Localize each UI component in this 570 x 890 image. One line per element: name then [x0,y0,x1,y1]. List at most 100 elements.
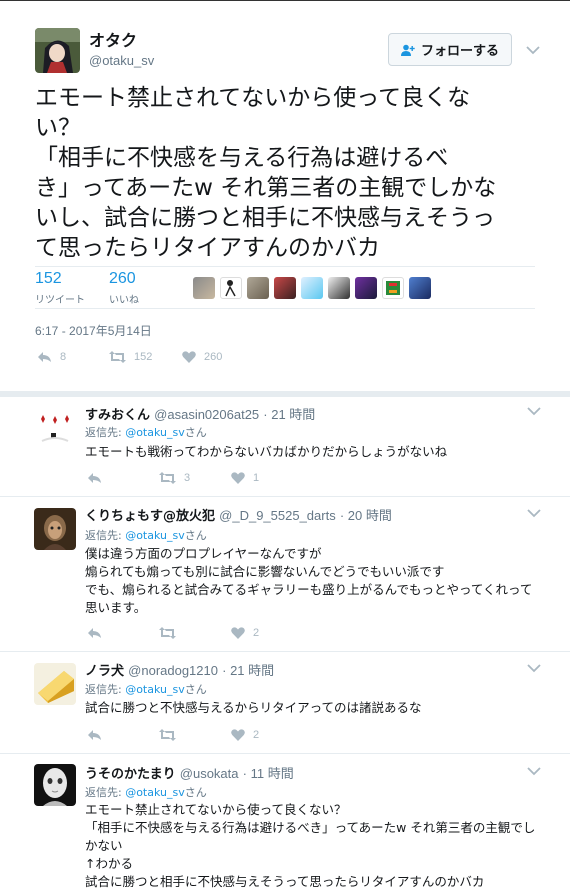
heart-icon [231,729,245,741]
retweet-button[interactable]: 152 [109,351,182,363]
retweet-icon [109,351,126,363]
chevron-down-icon[interactable] [527,508,541,518]
add-user-icon [400,44,415,56]
reply-author-handle[interactable]: @_D_9_5525_darts [219,508,336,523]
liker-avatar[interactable] [247,277,269,299]
chevron-down-icon[interactable] [527,766,541,776]
chevron-down-icon[interactable] [527,663,541,673]
heart-icon [231,627,245,639]
divider [35,266,535,267]
reply-text: 僕は違う方面のプロプレイヤーなんですが 煽られても煽っても別に試合に影響ないんで… [85,546,533,615]
retweet-icon [159,627,176,639]
reply-to-prefix: 返信先: [85,426,126,439]
reply-to: 返信先: @otaku_svさん [85,527,207,543]
reply-count: 8 [60,351,67,363]
tweet-permalink: オタク @otaku_sv フォローする エモート禁止されてないから使って良くな… [0,0,570,890]
like-button[interactable]: 2 [231,729,259,741]
reply-text: 試合に勝つと不快感与えるからリタイアってのは諸説あるな [85,700,422,715]
reply-to-suffix: さん [184,426,207,439]
avatar[interactable] [35,28,80,73]
reply-author-handle[interactable]: @noradog1210 [128,663,218,678]
reply-author-handle[interactable]: @usokata [180,766,239,781]
like-count[interactable]: 260 いいね [109,270,139,306]
avatar[interactable] [34,663,76,705]
reply-button[interactable] [87,729,159,741]
like-count: 2 [253,729,260,741]
reply-tweet[interactable]: すみおくん @asasin0206at25 · 21 時間 返信先: @otak… [0,397,570,497]
reply-header: ノラ犬 @noradog1210 · 21 時間 [85,660,274,679]
reply-icon [88,628,101,638]
retweet-button[interactable]: 3 [159,472,231,484]
reply-actions: 3 1 [87,472,259,484]
reply-icon [38,352,51,362]
liker-avatar[interactable] [328,277,350,299]
reply-author-name[interactable]: ノラ犬 [85,664,124,679]
reply-actions: 2 [87,729,259,741]
avatar[interactable] [34,407,76,449]
main-tweet: オタク @otaku_sv フォローする エモート禁止されてないから使って良くな… [0,1,570,391]
like-count: 2 [253,627,260,639]
like-button[interactable]: 2 [231,627,259,639]
retweet-action-count: 152 [134,351,153,363]
retweet-button[interactable] [159,627,231,639]
chevron-down-icon[interactable] [526,45,540,55]
reply-icon [88,730,101,740]
follow-button[interactable]: フォローする [388,33,512,66]
reply-to-link[interactable]: @otaku_sv [125,426,185,439]
liker-avatar[interactable] [355,277,377,299]
retweet-button[interactable] [159,729,231,741]
liker-avatar[interactable] [409,277,431,299]
retweet-count: 3 [184,472,191,484]
reply-time[interactable]: · 11 時間 [243,766,294,781]
reply-author-name[interactable]: くりちょもす@放火犯 [85,509,215,524]
avatar[interactable] [34,508,76,550]
chevron-down-icon[interactable] [527,406,541,416]
author-handle[interactable]: @otaku_sv [89,53,154,68]
reply-author-name[interactable]: すみおくん [85,408,150,423]
reply-to: 返信先: @otaku_svさん [85,424,207,440]
reply-button[interactable] [87,472,159,484]
retweet-icon [159,472,176,484]
reply-to-link[interactable]: @otaku_sv [125,786,185,799]
liker-avatars [193,277,431,299]
reply-tweet[interactable]: くりちょもす@放火犯 @_D_9_5525_darts · 20 時間 返信先:… [0,497,570,652]
reply-time[interactable]: · 20 時間 [340,508,392,523]
reply-to-suffix: さん [184,683,207,696]
reply-author-name[interactable]: うそのかたまり [85,767,176,782]
tweet-timestamp[interactable]: 6:17 - 2017年5月14日 [35,322,152,339]
liker-avatar[interactable] [274,277,296,299]
reply-tweet[interactable]: ノラ犬 @noradog1210 · 21 時間 返信先: @otaku_svさ… [0,652,570,754]
like-button[interactable]: 1 [231,472,259,484]
reply-to-prefix: 返信先: [85,683,126,696]
retweet-count-value: 152 [35,270,62,287]
reply-to-link[interactable]: @otaku_sv [125,529,185,542]
reply-text: エモート禁止されてないから使って良くない？ 「相手に不快感を与える行為は避けるべ… [85,802,536,889]
reply-to-link[interactable]: @otaku_sv [125,683,185,696]
tweet-text: エモート禁止されてないから使って良くな い？ 「相手に不快感を与える行為は避ける… [35,85,497,261]
liker-avatar[interactable] [382,277,404,299]
reply-to: 返信先: @otaku_svさん [85,784,207,800]
like-button[interactable]: 260 [182,351,222,363]
liker-avatar[interactable] [193,277,215,299]
like-action-count: 260 [204,351,223,363]
reply-to-suffix: さん [184,786,207,799]
reply-tweet[interactable]: うそのかたまり @usokata · 11 時間 返信先: @otaku_svさ… [0,754,570,890]
retweet-icon [159,729,176,741]
reply-to: 返信先: @otaku_svさん [85,681,207,697]
heart-icon [231,472,245,484]
like-count-label: いいね [109,295,139,306]
reply-button[interactable]: 8 [37,351,109,363]
reply-button[interactable] [87,627,159,639]
reply-time[interactable]: · 21 時間 [263,407,315,422]
reply-to-prefix: 返信先: [85,786,126,799]
liker-avatar[interactable] [220,277,242,299]
liker-avatar[interactable] [301,277,323,299]
reply-header: くりちょもす@放火犯 @_D_9_5525_darts · 20 時間 [85,505,392,524]
reply-author-handle[interactable]: @asasin0206at25 [154,407,259,422]
retweet-count[interactable]: 152 リツイート [35,270,85,306]
author-name[interactable]: オタク [89,27,137,51]
reply-header: うそのかたまり @usokata · 11 時間 [85,763,294,782]
reply-time[interactable]: · 21 時間 [222,663,274,678]
avatar[interactable] [34,764,76,806]
tweet-actions: 8 152 260 [37,351,222,363]
